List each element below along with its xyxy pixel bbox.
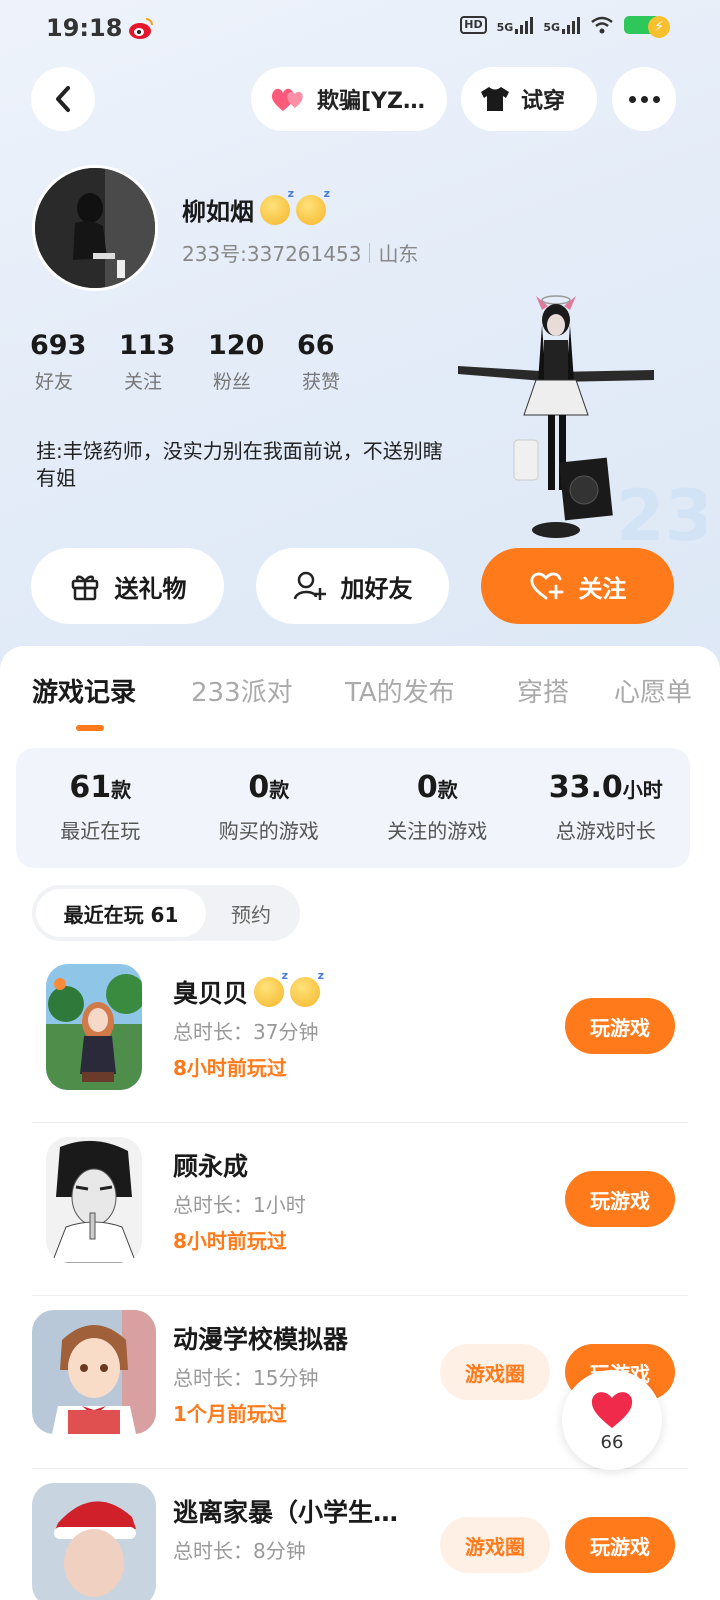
game-circle-button[interactable]: 游戏圈 <box>440 1517 550 1573</box>
bio-text: 挂:丰饶药师，没实力别在我面前说，不送别瞎有姐 <box>36 439 443 490</box>
game-title: 动漫学校模拟器 <box>173 1325 349 1354</box>
chevron-left-icon <box>56 86 70 112</box>
tab-posts[interactable]: TA的发布 <box>345 672 455 709</box>
avatar-figure[interactable]: 233 <box>456 280 706 560</box>
game-duration: 总时长：37分钟 <box>173 1020 319 1044</box>
game-circle-button[interactable]: 游戏圈 <box>440 1344 550 1400</box>
game-thumbnail[interactable] <box>32 1483 156 1600</box>
game-last-played: 1个月前玩过 <box>173 1402 287 1426</box>
more-dot-icon <box>628 95 636 103</box>
user-id-line: 233号:337261453 山东 <box>182 238 418 267</box>
tab-outfits[interactable]: 穿搭 <box>517 672 569 709</box>
user-id: 233号:337261453 <box>182 242 362 266</box>
stat-following[interactable]: 113 关注 <box>119 330 208 394</box>
game-row[interactable]: 臭贝贝 总时长：37分钟 8小时前玩过 玩游戏 <box>0 950 720 1123</box>
sleeping-emoji-icon <box>260 187 294 225</box>
game-last-played: 8小时前玩过 <box>173 1229 287 1253</box>
nickname: 柳如烟 <box>182 187 330 227</box>
game-subtabs: 最近在玩 61 预约 <box>32 885 300 941</box>
avatar[interactable] <box>32 165 158 291</box>
add-friend-button[interactable]: 加好友 <box>256 548 449 624</box>
summary-followed[interactable]: 0款 关注的游戏 <box>353 748 522 868</box>
divider <box>369 242 371 263</box>
signal-1-icon: 5G <box>497 16 534 34</box>
add-user-icon <box>293 571 326 600</box>
game-thumbnail[interactable] <box>46 1137 142 1263</box>
region: 山东 <box>378 242 419 266</box>
back-button[interactable] <box>31 67 95 131</box>
profile-tabs: 游戏记录 233派对 TA的发布 穿搭 心愿单 <box>0 672 720 712</box>
game-row[interactable]: 顾永成 总时长：1小时 8小时前玩过 玩游戏 <box>0 1123 720 1296</box>
send-gift-button[interactable]: 送礼物 <box>31 548 224 624</box>
game-duration: 总时长：1小时 <box>173 1193 306 1217</box>
gift-icon <box>71 575 98 601</box>
stat-likes[interactable]: 66 获赞 <box>297 330 386 394</box>
play-game-button[interactable]: 玩游戏 <box>565 1171 675 1227</box>
status-time: 19:18 <box>46 14 123 42</box>
stat-friends[interactable]: 693 好友 <box>30 330 119 394</box>
play-game-button[interactable]: 玩游戏 <box>565 998 675 1054</box>
heart-icon <box>591 1391 633 1428</box>
game-title: 逃离家暴（小学生… <box>173 1498 399 1527</box>
signal-2-icon: 5G <box>543 16 580 34</box>
try-on-button[interactable]: 试穿 <box>461 67 597 131</box>
game-duration: 总时长：8分钟 <box>173 1539 306 1563</box>
game-list: 臭贝贝 总时长：37分钟 8小时前玩过 玩游戏 顾永成 总时长：1小时 8小时前… <box>0 950 720 1600</box>
game-thumbnail[interactable] <box>46 964 142 1090</box>
game-title: 顾永成 <box>173 1152 249 1181</box>
tab-game-records[interactable]: 游戏记录 <box>32 672 136 709</box>
game-last-played: 8小时前玩过 <box>173 1056 287 1080</box>
hearts-icon <box>271 88 303 111</box>
game-summary: 61款 最近在玩 0款 购买的游戏 0款 关注的游戏 33.0小时 总游戏时长 <box>16 748 690 868</box>
like-button[interactable]: 66 <box>562 1370 662 1470</box>
watermark-233: 233 <box>616 475 706 557</box>
status-bar: 19:18 HD 5G 5G ⚡ <box>0 0 720 56</box>
play-game-button[interactable]: 玩游戏 <box>565 1517 675 1573</box>
heart-plus-icon <box>529 572 563 600</box>
relationship-button[interactable]: 欺骗[YZ… <box>251 67 447 131</box>
sleeping-emoji-icon <box>290 969 324 1007</box>
charging-icon: ⚡ <box>648 16 670 38</box>
subtab-recent[interactable]: 最近在玩 61 <box>36 889 206 937</box>
hd-icon: HD <box>460 16 487 34</box>
game-row[interactable]: 逃离家暴（小学生… 总时长：8分钟 游戏圈 玩游戏 <box>0 1469 720 1600</box>
tshirt-icon <box>481 87 509 111</box>
summary-purchased[interactable]: 0款 购买的游戏 <box>185 748 354 868</box>
summary-playtime[interactable]: 33.0小时 总游戏时长 <box>522 748 691 868</box>
try-on-label: 试穿 <box>521 89 566 114</box>
relationship-label: 欺骗[YZ… <box>317 89 425 114</box>
profile-stats: 693 好友 113 关注 120 粉丝 66 获赞 <box>30 330 386 394</box>
sleeping-emoji-icon <box>254 969 288 1007</box>
active-tab-indicator <box>76 725 104 731</box>
game-duration: 总时长：15分钟 <box>173 1366 319 1390</box>
summary-recent[interactable]: 61款 最近在玩 <box>16 748 185 868</box>
status-indicators: HD 5G 5G <box>460 16 664 34</box>
tab-wishlist[interactable]: 心愿单 <box>614 672 692 709</box>
follow-button[interactable]: 关注 <box>481 548 674 624</box>
tab-233-party[interactable]: 233派对 <box>191 672 293 709</box>
weibo-icon <box>129 18 153 39</box>
sleeping-emoji-icon <box>296 187 330 225</box>
game-thumbnail[interactable] <box>32 1310 156 1434</box>
subtab-reserve[interactable]: 预约 <box>206 889 296 937</box>
more-options-button[interactable] <box>612 67 676 131</box>
avatar-photo <box>35 168 155 288</box>
game-title: 臭贝贝 <box>173 969 324 1010</box>
wifi-icon <box>591 16 613 34</box>
like-count: 66 <box>600 1431 624 1453</box>
stat-fans[interactable]: 120 粉丝 <box>208 330 297 394</box>
